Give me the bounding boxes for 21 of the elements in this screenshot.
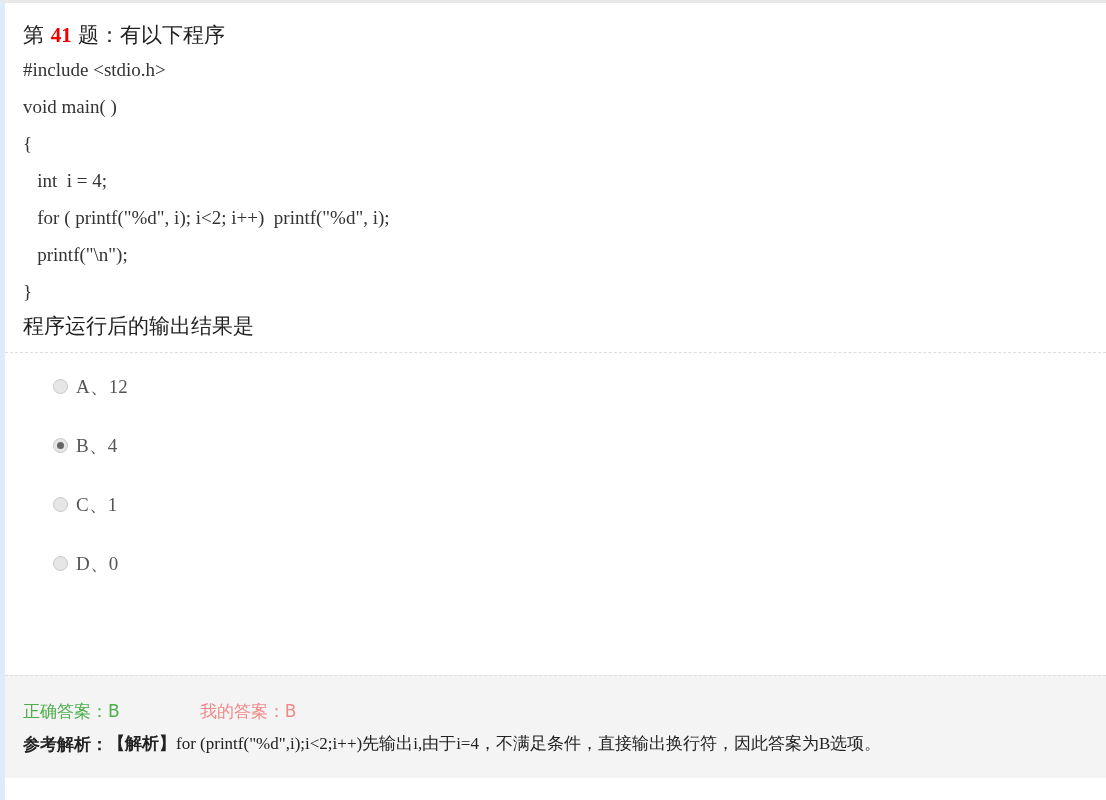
correct-answer: 正确答案：B <box>23 700 120 723</box>
code-line: printf("\n"); <box>36 243 129 267</box>
question-title: 第 41 题：有以下程序 <box>23 22 227 49</box>
radio-button[interactable] <box>53 556 68 571</box>
radio-button[interactable] <box>53 497 68 512</box>
option-label[interactable]: C、1 <box>76 493 118 517</box>
option-label[interactable]: A、12 <box>76 375 128 399</box>
code-line: for ( printf("%d", i); i<2; i++) printf("%d", i); <box>36 206 391 230</box>
radio-button[interactable] <box>53 379 68 394</box>
code-line: { <box>23 132 34 156</box>
option-label[interactable]: D、0 <box>76 552 119 576</box>
code-line: #include <stdio.h> <box>23 58 167 82</box>
question-prompt: 程序运行后的输出结果是 <box>23 313 255 340</box>
code-line: void main( ) <box>23 95 118 119</box>
option-label[interactable]: B、4 <box>76 434 118 458</box>
code-line: } <box>23 280 34 304</box>
explanation-text: 【解析】for (printf("%d",i);i<2;i++)先输出i,由于i=4，不满足条件，直接输出换行符，因此答案为B选项。 <box>108 733 882 755</box>
code-line: int i = 4; <box>36 169 109 193</box>
radio-button[interactable] <box>53 438 68 453</box>
explanation-label: 参考解析： <box>23 733 108 756</box>
my-answer: 我的答案：B <box>199 700 297 723</box>
